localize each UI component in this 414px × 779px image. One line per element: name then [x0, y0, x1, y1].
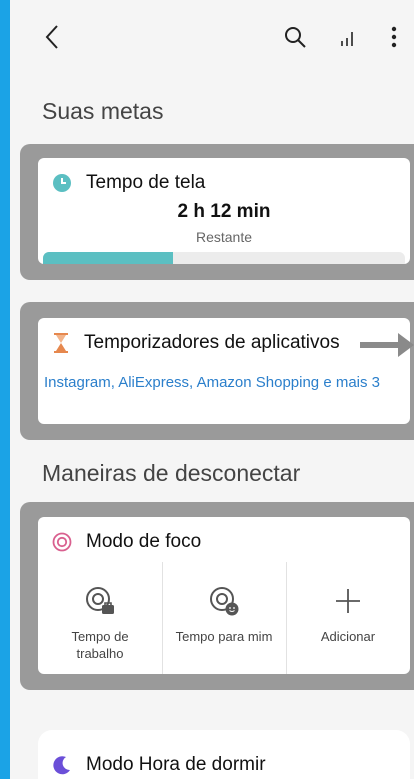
- screen-time-progress-fill: [43, 252, 174, 264]
- digital-wellbeing-screen: Suas metas Tempo de tela 2 h 12 min Rest…: [10, 0, 414, 779]
- search-button[interactable]: [280, 22, 310, 52]
- screen-time-card[interactable]: Tempo de tela 2 h 12 min Restante: [38, 158, 410, 264]
- focus-mode-header: Modo de foco: [52, 531, 201, 553]
- focus-mode-card[interactable]: Modo de foco Tempo de trabalho Tempo par…: [38, 517, 410, 674]
- screen-time-label: Tempo de tela: [86, 172, 206, 193]
- top-app-bar: [10, 0, 414, 72]
- app-timers-label: Temporizadores de aplicativos: [84, 332, 340, 353]
- bedtime-mode-header: Modo Hora de dormir: [52, 754, 266, 776]
- disconnect-section-title: Maneiras de desconectar: [42, 460, 301, 486]
- plus-icon: [336, 589, 360, 613]
- screen-time-header: Tempo de tela: [52, 172, 205, 194]
- work-focus-icon: [86, 587, 114, 614]
- more-options-button[interactable]: [384, 22, 404, 52]
- goals-section-title: Suas metas: [42, 98, 164, 124]
- app-timers-card[interactable]: Temporizadores de aplicativos Instagram,…: [38, 318, 410, 424]
- bar-chart-icon: [341, 32, 353, 46]
- screen-time-value: 2 h 12 min: [177, 201, 271, 222]
- arrow-right-icon: [360, 333, 414, 357]
- bedtime-mode-card[interactable]: Modo Hora de dormir: [38, 730, 410, 779]
- focus-target-icon: [52, 532, 72, 552]
- me-time-focus-icon: [210, 587, 239, 616]
- search-icon: [285, 27, 306, 48]
- focus-work-label: Tempo de trabalho: [71, 629, 129, 661]
- more-vertical-icon: [391, 26, 397, 48]
- focus-mode-label: Modo de foco: [86, 531, 202, 552]
- focus-add-button[interactable]: Adicionar: [286, 562, 410, 674]
- back-button[interactable]: [38, 22, 66, 52]
- stats-button[interactable]: [336, 26, 360, 50]
- screen-time-subtitle: Restante: [195, 229, 253, 245]
- screen-time-progress: [43, 252, 405, 264]
- bedtime-mode-label: Modo Hora de dormir: [86, 754, 266, 775]
- app-timers-header: Temporizadores de aplicativos: [52, 332, 340, 354]
- focus-work-button[interactable]: Tempo de trabalho: [38, 562, 162, 674]
- moon-icon: [53, 756, 70, 775]
- hourglass-icon: [54, 333, 68, 353]
- focus-me-time-label: Tempo para mim: [175, 629, 273, 644]
- focus-add-label: Adicionar: [320, 629, 376, 644]
- chevron-left-icon: [45, 25, 58, 49]
- app-timers-list[interactable]: Instagram, AliExpress, Amazon Shopping e…: [44, 373, 406, 392]
- clock-icon: [53, 174, 71, 192]
- focus-me-time-button[interactable]: Tempo para mim: [162, 562, 286, 674]
- focus-mode-actions: Tempo de trabalho Tempo para mim Adicion…: [38, 562, 410, 674]
